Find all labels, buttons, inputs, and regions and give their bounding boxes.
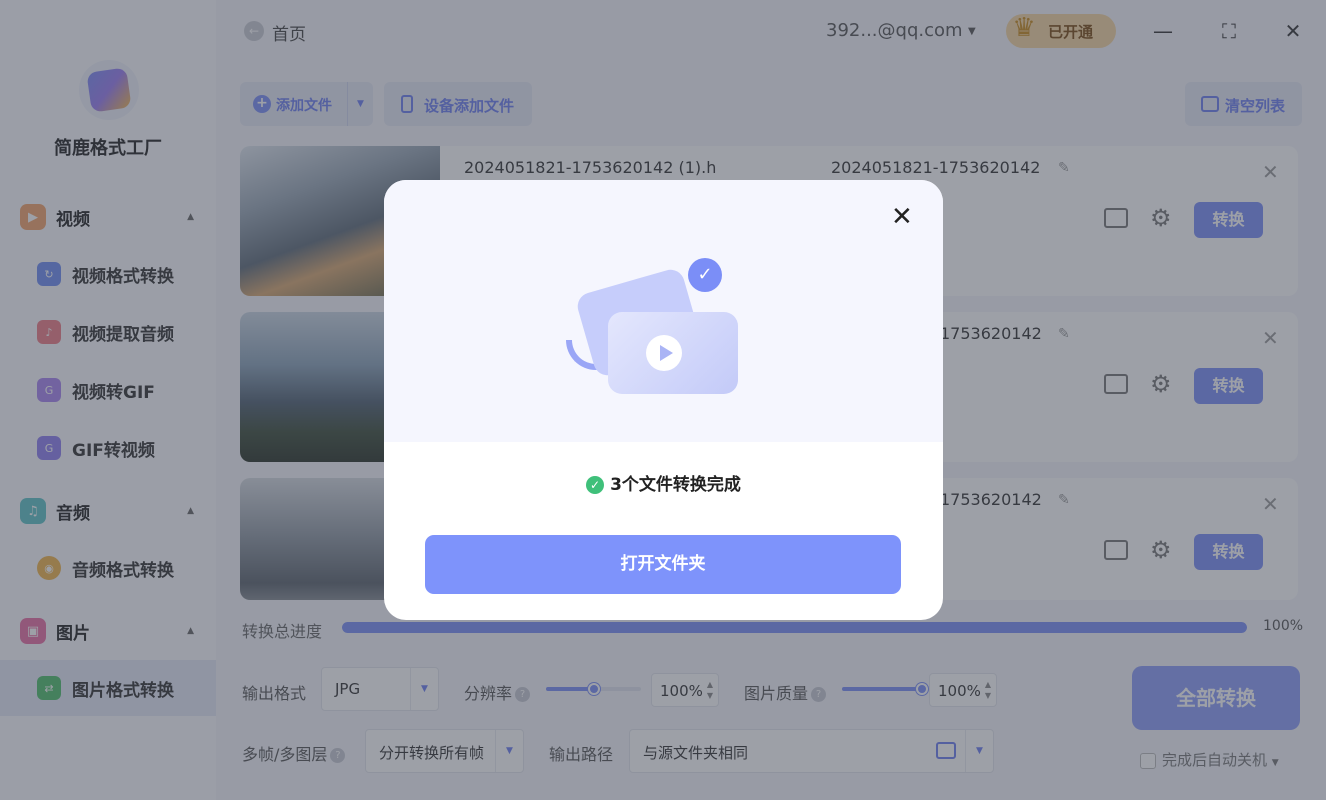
folder-video-illustration: ✓ (564, 250, 764, 400)
dialog-hero: ✓ (384, 180, 943, 442)
open-folder-button[interactable]: 打开文件夹 (425, 535, 901, 594)
play-icon (646, 335, 682, 371)
check-circle-icon: ✓ (688, 258, 722, 292)
completion-message: ✓ 3个文件转换完成 (384, 470, 943, 495)
close-icon[interactable]: ✕ (891, 204, 913, 230)
success-check-icon: ✓ (586, 476, 605, 494)
conversion-complete-dialog: ✓ ✕ ✓ 3个文件转换完成 打开文件夹 (384, 180, 943, 620)
